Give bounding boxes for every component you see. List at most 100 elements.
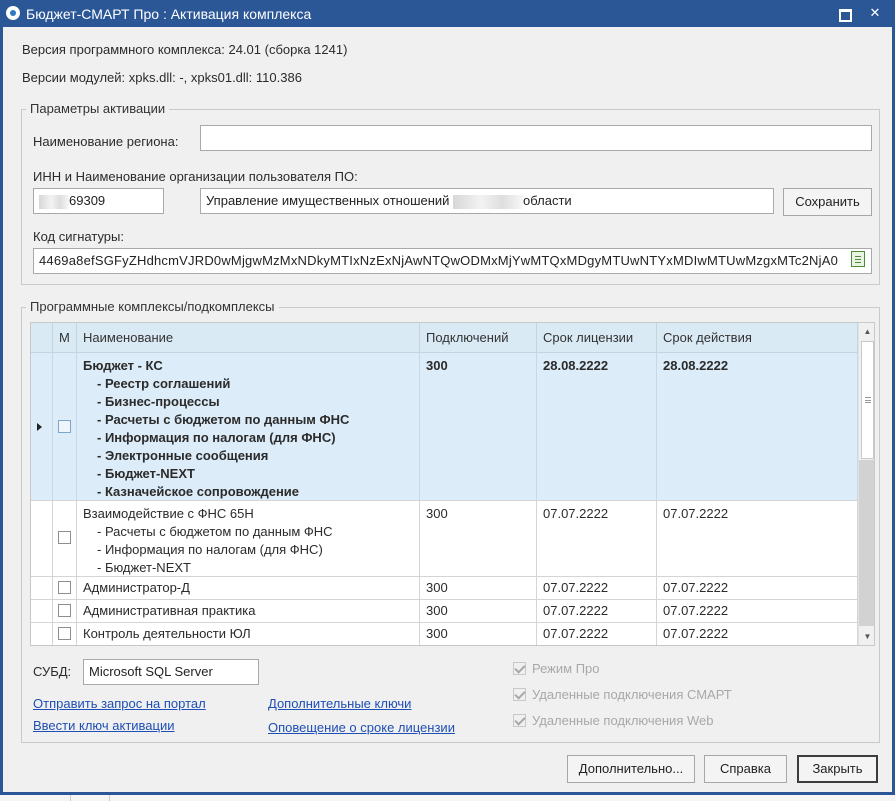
name-cell: Административная практика [77,600,420,622]
table-row[interactable]: Взаимодействие с ФНС 65Н - Расчеты с бюд… [31,501,858,577]
header-connections[interactable]: Подключений [420,323,537,353]
additional-keys-link[interactable]: Дополнительные ключи [268,696,411,711]
row-checkbox[interactable] [58,420,71,433]
header-license[interactable]: Срок лицензии [537,323,657,353]
app-icon [6,6,20,20]
license-cell: 07.07.2222 [537,623,657,645]
checkbox-check-icon [513,688,526,701]
window-title: Бюджет-СМАРТ Про : Активация комплекса [26,6,312,22]
dbms-input[interactable]: Microsoft SQL Server [83,659,259,685]
header-indicator [31,323,53,353]
connections-cell: 300 [420,623,537,645]
send-request-link[interactable]: Отправить запрос на портал [33,696,206,711]
row-indicator-cell [31,623,53,645]
subcomplex-name: - Бюджет-NEXT [97,560,191,575]
scroll-down-arrow-icon[interactable]: ▼ [859,628,874,645]
header-validity[interactable]: Срок действия [657,323,858,353]
header-name[interactable]: Наименование [77,323,420,353]
name-cell: Контроль деятельности ЮЛ [77,623,420,645]
signature-label: Код сигнатуры: [33,229,124,244]
taskbar-strip [0,795,895,801]
more-button[interactable]: Дополнительно... [567,755,695,783]
close-window-button[interactable]: ✕ [864,4,886,22]
grip-icon [865,397,871,403]
activation-window: Бюджет-СМАРТ Про : Активация комплекса ✕… [0,0,895,795]
inn-value: 69309 [69,193,106,208]
name-cell: Взаимодействие с ФНС 65Н - Расчеты с бюд… [77,501,420,576]
remote-web-checkbox: Удаленные подключения Web [513,713,713,728]
inn-input[interactable]: 69309 [33,188,164,214]
table-row[interactable]: Бюджет - КС - Реестр соглашений - Бизнес… [31,353,858,501]
subcomplex-name: - Казначейское сопровождение [97,484,300,499]
complexes-title: Программные комплексы/подкомплексы [26,299,279,314]
row-pointer-icon [37,423,42,431]
activation-params-title: Параметры активации [26,101,170,116]
connections-cell: 300 [420,600,537,622]
table-row[interactable]: Контроль деятельности ЮЛ 300 07.07.2222 … [31,623,858,645]
connections-cell: 300 [420,577,537,599]
row-checkbox[interactable] [58,581,71,594]
dbms-label: СУБД: [33,664,72,679]
org-name-value-end: области [523,193,572,208]
region-label: Наименование региона: [33,134,179,149]
taskbar-item [70,795,110,801]
modules-info: Версии модулей: xpks.dll: -, xpks01.dll:… [22,70,302,85]
license-cell: 07.07.2222 [537,577,657,599]
connections-cell: 300 [420,353,537,500]
title-bar: Бюджет-СМАРТ Про : Активация комплекса ✕ [0,0,895,27]
name-cell: Администратор-Д [77,577,420,599]
scroll-up-arrow-icon[interactable]: ▲ [859,323,874,340]
name-cell: Бюджет - КС - Реестр соглашений - Бизнес… [77,353,420,500]
subcomplex-name: - Бизнес-процессы [97,394,220,409]
license-cell: 07.07.2222 [537,600,657,622]
mark-cell[interactable] [53,623,77,645]
scroll-track[interactable] [859,460,874,626]
complexes-table[interactable]: М Наименование Подключений Срок лицензии… [30,322,875,646]
org-name-input[interactable]: Управление имущественных отношений облас… [200,188,774,214]
license-cell: 07.07.2222 [537,501,657,576]
maximize-button[interactable] [833,4,855,22]
subcomplex-name: - Информация по налогам (для ФНС) [97,430,336,445]
version-info: Версия программного комплекса: 24.01 (сб… [22,42,348,57]
redacted-area [39,194,69,209]
org-name-value: Управление имущественных отношений [206,193,454,208]
close-button[interactable]: Закрыть [797,755,878,783]
checkbox-label: Удаленные подключения Web [532,713,714,728]
signature-input[interactable]: 4469a8efSGFyZHdhcmVJRD0wMjgwMzMxNDkyMTIx… [33,248,872,274]
mark-cell[interactable] [53,353,77,500]
row-indicator-cell [31,577,53,599]
checkbox-label: Удаленные подключения СМАРТ [532,687,732,702]
remote-smart-checkbox: Удаленные подключения СМАРТ [513,687,732,702]
table-row[interactable]: Администратор-Д 300 07.07.2222 07.07.222… [31,577,858,600]
table-vertical-scrollbar[interactable]: ▲ ▼ [858,323,874,645]
clipboard-copy-icon[interactable] [851,251,865,267]
scroll-thumb[interactable] [861,341,874,459]
complex-name: Бюджет - КС [83,358,163,373]
license-notify-link[interactable]: Оповещение о сроке лицензии [268,720,455,735]
table-row[interactable]: Административная практика 300 07.07.2222… [31,600,858,623]
row-indicator-cell [31,353,53,500]
subcomplex-name: - Информация по налогам (для ФНС) [97,542,323,557]
checkbox-check-icon [513,662,526,675]
validity-cell: 07.07.2222 [657,623,858,645]
enter-key-link[interactable]: Ввести ключ активации [33,718,175,733]
subcomplex-name: - Электронные сообщения [97,448,269,463]
region-input[interactable] [200,125,872,151]
save-button[interactable]: Сохранить [783,188,872,216]
help-button[interactable]: Справка [704,755,787,783]
row-indicator-cell [31,600,53,622]
mark-cell[interactable] [53,577,77,599]
row-checkbox[interactable] [58,531,71,544]
org-label: ИНН и Наименование организации пользоват… [33,169,358,184]
subcomplex-name: - Расчеты с бюджетом по данным ФНС [97,412,350,427]
row-checkbox[interactable] [58,604,71,617]
subcomplex-name: - Расчеты с бюджетом по данным ФНС [97,524,333,539]
mark-cell[interactable] [53,501,77,576]
subcomplex-name: - Реестр соглашений [97,376,231,391]
validity-cell: 28.08.2222 [657,353,858,500]
validity-cell: 07.07.2222 [657,577,858,599]
row-checkbox[interactable] [58,627,71,640]
mark-cell[interactable] [53,600,77,622]
complex-name: Взаимодействие с ФНС 65Н [83,506,254,521]
header-mark[interactable]: М [53,323,77,353]
